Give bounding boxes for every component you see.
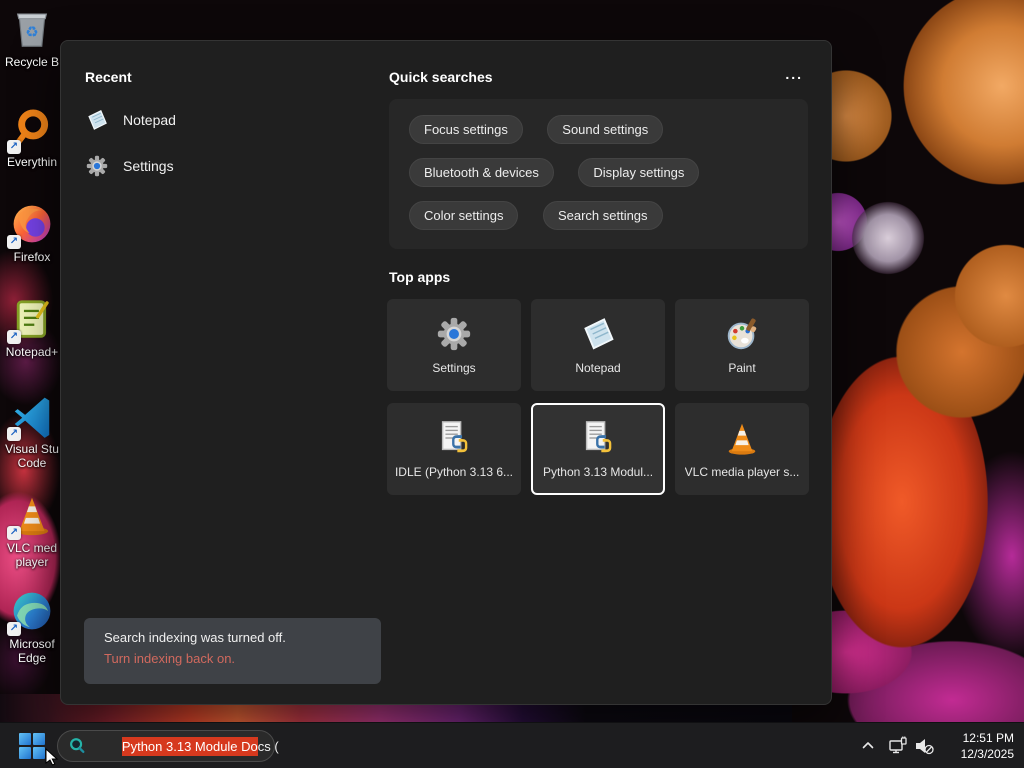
quick-searches-card: Focus settings Sound settings Bluetooth … [389, 99, 808, 249]
turn-indexing-on-link[interactable]: Turn indexing back on. [104, 651, 381, 666]
top-apps-title: Top apps [389, 269, 451, 285]
quick-search-pill[interactable]: Focus settings [409, 115, 523, 144]
desktop-icon-vlc[interactable]: ↗ VLC med player [1, 492, 63, 569]
quick-search-pill[interactable]: Display settings [578, 158, 700, 187]
top-app-tile-vlc[interactable]: VLC media player s... [675, 403, 809, 495]
desktop-icon-label: Firefox [13, 250, 51, 264]
top-app-tile-python-module-docs[interactable]: Python 3.13 Modul... [531, 403, 665, 495]
svg-text:♻: ♻ [25, 24, 38, 41]
recent-item-notepad[interactable]: Notepad [85, 105, 345, 135]
desktop-icon-notepad-plus-plus[interactable]: ↗ Notepad+ [1, 296, 63, 359]
desktop-icon-label: VLC med player [6, 541, 58, 569]
everything-icon: ↗ [7, 106, 55, 154]
gear-icon [85, 154, 109, 178]
search-text-rest: cs ( [257, 738, 279, 754]
network-icon[interactable] [886, 734, 910, 758]
shortcut-arrow-icon: ↗ [7, 622, 21, 636]
desktop-icon-everything[interactable]: ↗ Everythin [1, 106, 63, 169]
recent-section-title: Recent [85, 69, 132, 85]
tile-label: IDLE (Python 3.13 6... [394, 465, 514, 479]
notification-message: Search indexing was turned off. [104, 630, 286, 645]
shortcut-arrow-icon: ↗ [7, 235, 21, 249]
shortcut-arrow-icon: ↗ [7, 526, 21, 540]
desktop-icon-label: Visual Stu Code [5, 442, 59, 470]
start-button[interactable] [19, 733, 45, 759]
notepad-plus-plus-icon: ↗ [7, 296, 55, 344]
shortcut-arrow-icon: ↗ [7, 140, 21, 154]
search-text-selected: Python 3.13 Module Do [121, 736, 258, 756]
vlc-cone-icon [723, 419, 761, 457]
quick-search-pill[interactable]: Sound settings [547, 115, 664, 144]
top-app-tile-settings[interactable]: Settings [387, 299, 521, 391]
tile-label: Notepad [575, 361, 621, 375]
clock-date: 12/3/2025 [960, 747, 1014, 761]
windows-logo-icon [19, 747, 31, 759]
notepad-icon [579, 315, 617, 353]
paint-icon [723, 315, 761, 353]
quick-search-pill[interactable]: Color settings [409, 201, 519, 230]
clock-time: 12:51 PM [962, 731, 1014, 745]
desktop-icon-edge[interactable]: ↗ Microsof Edge [1, 588, 63, 665]
quick-searches-title: Quick searches [389, 69, 493, 85]
tile-label: Paint [728, 361, 756, 375]
desktop-icon-firefox[interactable]: ↗ Firefox [1, 201, 63, 264]
quick-search-pill[interactable]: Search settings [542, 201, 663, 230]
vscode-icon: ↗ [7, 393, 55, 441]
edge-icon: ↗ [7, 588, 55, 636]
top-app-tile-idle-python[interactable]: IDLE (Python 3.13 6... [387, 403, 521, 495]
more-options-button[interactable]: ... [785, 67, 803, 81]
firefox-icon: ↗ [7, 201, 55, 249]
desktop-icon-label: Recycle B [4, 55, 60, 69]
desktop-icon-recycle-bin[interactable]: ♻ Recycle B [1, 6, 63, 69]
desktop-screen: ♻ Recycle B ↗ Everythin ↗ Firefox ↗ Note… [0, 0, 1024, 768]
desktop-icon-vscode[interactable]: ↗ Visual Stu Code [1, 393, 63, 470]
search-flyout-panel: Recent Notepad Settings Quick searches .… [60, 40, 832, 705]
tile-label: VLC media player s... [684, 465, 800, 479]
clock[interactable]: 12:51 PM 12/3/2025 [961, 730, 1014, 762]
tile-label: Settings [432, 361, 476, 375]
python-doc-icon [579, 419, 617, 457]
desktop-icon-label: Microsof Edge [9, 637, 55, 665]
top-app-tile-notepad[interactable]: Notepad [531, 299, 665, 391]
windows-logo-icon [19, 733, 31, 745]
quick-search-pill[interactable]: Bluetooth & devices [409, 158, 554, 187]
search-icon [68, 737, 86, 755]
vlc-cone-icon: ↗ [7, 492, 55, 540]
recent-item-label: Notepad [123, 112, 176, 128]
windows-logo-icon [33, 747, 45, 759]
shortcut-arrow-icon: ↗ [7, 427, 21, 441]
top-app-tile-paint[interactable]: Paint [675, 299, 809, 391]
windows-logo-icon [33, 733, 45, 745]
shortcut-arrow-icon: ↗ [7, 330, 21, 344]
gear-icon [435, 315, 473, 353]
recent-item-settings[interactable]: Settings [85, 151, 345, 181]
notepad-icon [85, 108, 109, 132]
tray-chevron-up-icon[interactable] [856, 734, 880, 758]
taskbar-search-box[interactable]: Python 3.13 Module Docs ( [57, 730, 279, 762]
desktop-icon-label: Notepad+ [5, 345, 59, 359]
recycle-bin-icon: ♻ [9, 6, 55, 52]
recent-item-label: Settings [123, 158, 174, 174]
volume-muted-icon[interactable] [912, 734, 936, 758]
indexing-notification: Search indexing was turned off. Turn ind… [84, 618, 381, 684]
python-doc-icon [435, 419, 473, 457]
tile-label: Python 3.13 Modul... [542, 465, 654, 479]
desktop-icon-label: Everythin [6, 155, 58, 169]
taskbar: Python 3.13 Module Docs ( 12:51 PM 12/3/… [0, 722, 1024, 768]
